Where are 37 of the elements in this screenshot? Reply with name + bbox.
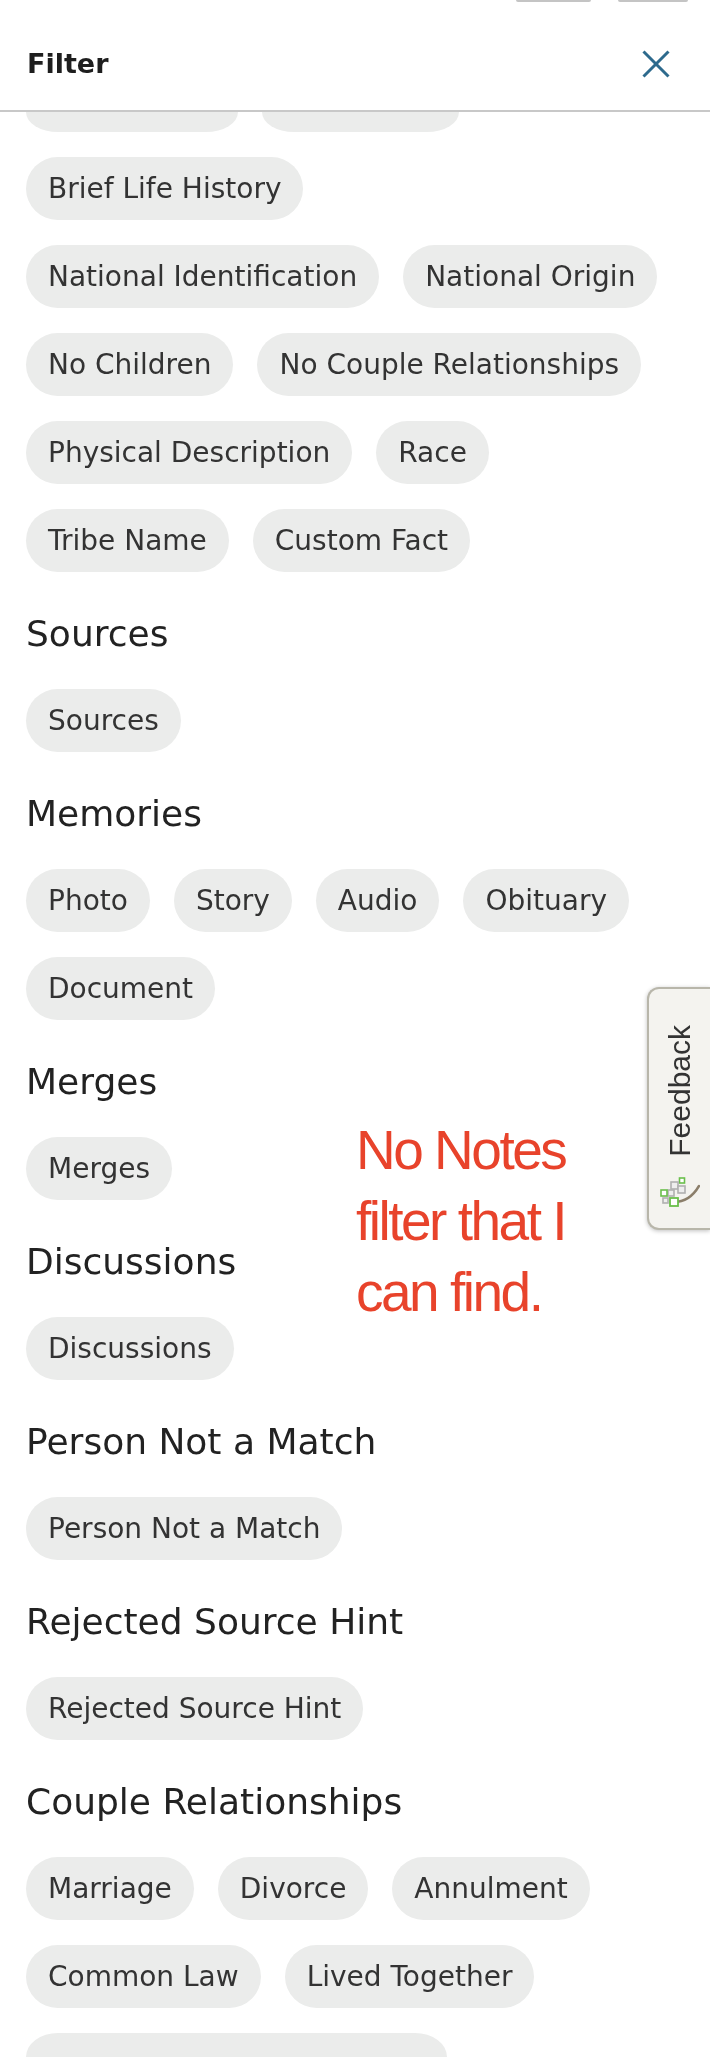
filter-chip[interactable]: Story xyxy=(173,869,292,932)
filter-chip[interactable]: No Couple Relationships xyxy=(257,333,642,396)
branch-squares-icon xyxy=(659,1176,700,1208)
close-icon xyxy=(642,50,670,78)
section-heading: Couple Relationships xyxy=(26,1780,403,1824)
section-heading: Person Not a Match xyxy=(26,1420,377,1464)
filter-chip[interactable]: Discussions xyxy=(26,1317,234,1380)
filter-chip[interactable]: No Children xyxy=(26,333,234,396)
filter-chip[interactable]: Divorce xyxy=(217,1857,369,1920)
section-heading: Discussions xyxy=(26,1240,237,1284)
section-heading: Sources xyxy=(26,612,169,656)
annotation-text: No Notes filter that I can find. xyxy=(356,1118,567,1325)
filter-chip[interactable]: National Origin xyxy=(403,245,658,308)
filter-chip[interactable]: Common Law xyxy=(26,1945,261,2008)
filter-chip[interactable]: National Identification xyxy=(26,245,380,308)
filter-chip[interactable]: Merges xyxy=(26,1137,172,1200)
section-heading: Memories xyxy=(26,792,202,836)
panel-title: Filter xyxy=(27,47,109,81)
filter-chip[interactable]: Rejected Source Hint xyxy=(26,1677,364,1740)
filter-chip[interactable]: Custom Fact xyxy=(252,509,471,572)
filter-chip[interactable]: Brief Life History xyxy=(26,157,304,220)
filter-chip[interactable]: Physical Description xyxy=(26,421,353,484)
filter-chip[interactable]: Lived Together xyxy=(284,1945,535,2008)
filter-chip[interactable]: Obituary xyxy=(463,869,629,932)
close-button[interactable] xyxy=(642,50,670,78)
feedback-tab[interactable]: Feedback xyxy=(647,987,710,1230)
filter-chip[interactable]: Annulment xyxy=(392,1857,590,1920)
section-heading: Rejected Source Hint xyxy=(26,1600,404,1644)
section-heading: Merges xyxy=(26,1060,158,1104)
filter-chip[interactable]: Tribe Name xyxy=(26,509,229,572)
filter-chip[interactable]: Race xyxy=(376,421,489,484)
filter-chip[interactable]: Photo xyxy=(26,869,150,932)
filter-chip[interactable]: Document xyxy=(26,957,216,1020)
filter-chip[interactable]: Marriage xyxy=(26,1857,194,1920)
filter-chip[interactable]: Sources xyxy=(26,689,181,752)
filter-chip[interactable]: Audio xyxy=(315,869,440,932)
filter-chip[interactable]: Person Not a Match xyxy=(26,1497,343,1560)
